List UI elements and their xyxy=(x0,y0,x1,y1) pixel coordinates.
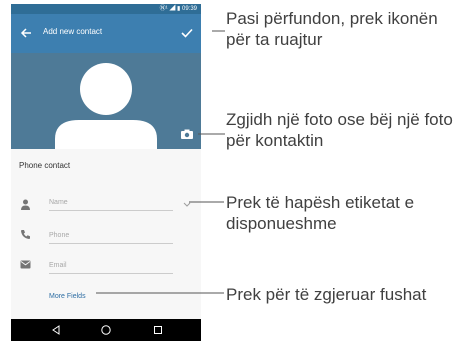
name-field[interactable]: Name xyxy=(49,196,173,211)
section-label: Phone contact xyxy=(19,161,71,170)
status-bar: Ⓝ¹ ◢ ▮ 09:39 xyxy=(11,4,201,14)
chevron-down-icon[interactable] xyxy=(183,202,191,208)
phone-field[interactable]: Phone xyxy=(49,229,173,244)
callout-labels: Prek të hapësh etiketat e disponueshme xyxy=(226,193,415,233)
status-icons: Ⓝ¹ ◢ ▮ 09:39 xyxy=(160,4,197,14)
email-icon xyxy=(20,260,31,269)
navigation-bar xyxy=(11,319,201,341)
check-icon[interactable] xyxy=(180,26,194,40)
callout-photo: Zgjidh një foto ose bëj një foto për kon… xyxy=(226,110,453,150)
camera-icon[interactable] xyxy=(181,129,193,139)
email-field[interactable]: Email xyxy=(49,259,173,274)
status-time: 09:39 xyxy=(181,6,197,12)
cellular-icon: ◢ xyxy=(169,6,176,12)
phone-icon xyxy=(21,230,30,239)
phone-screen: Ⓝ¹ ◢ ▮ 09:39 Add new contact Phone conta… xyxy=(11,4,201,341)
callout-more-fields: Prek për të zgjeruar fushat xyxy=(226,285,427,304)
battery-icon: ▮ xyxy=(177,6,181,12)
phone-placeholder: Phone xyxy=(49,232,70,239)
triangle-back-icon[interactable] xyxy=(50,324,62,336)
arrow-left-icon[interactable] xyxy=(19,26,33,40)
name-placeholder: Name xyxy=(49,199,68,206)
contact-photo-area[interactable] xyxy=(11,53,201,149)
person-icon xyxy=(21,199,30,210)
avatar-placeholder-icon xyxy=(55,63,157,149)
callout-save: Pasi përfundon, prek ikonën për ta ruajt… xyxy=(226,9,438,49)
more-fields-link[interactable]: More Fields xyxy=(49,293,86,300)
square-recents-icon[interactable] xyxy=(152,324,164,336)
page-title: Add new contact xyxy=(43,27,103,36)
app-bar: Add new contact xyxy=(11,14,201,53)
signal-indicator: Ⓝ¹ xyxy=(159,6,168,12)
email-placeholder: Email xyxy=(49,262,67,269)
circle-home-icon[interactable] xyxy=(100,324,112,336)
